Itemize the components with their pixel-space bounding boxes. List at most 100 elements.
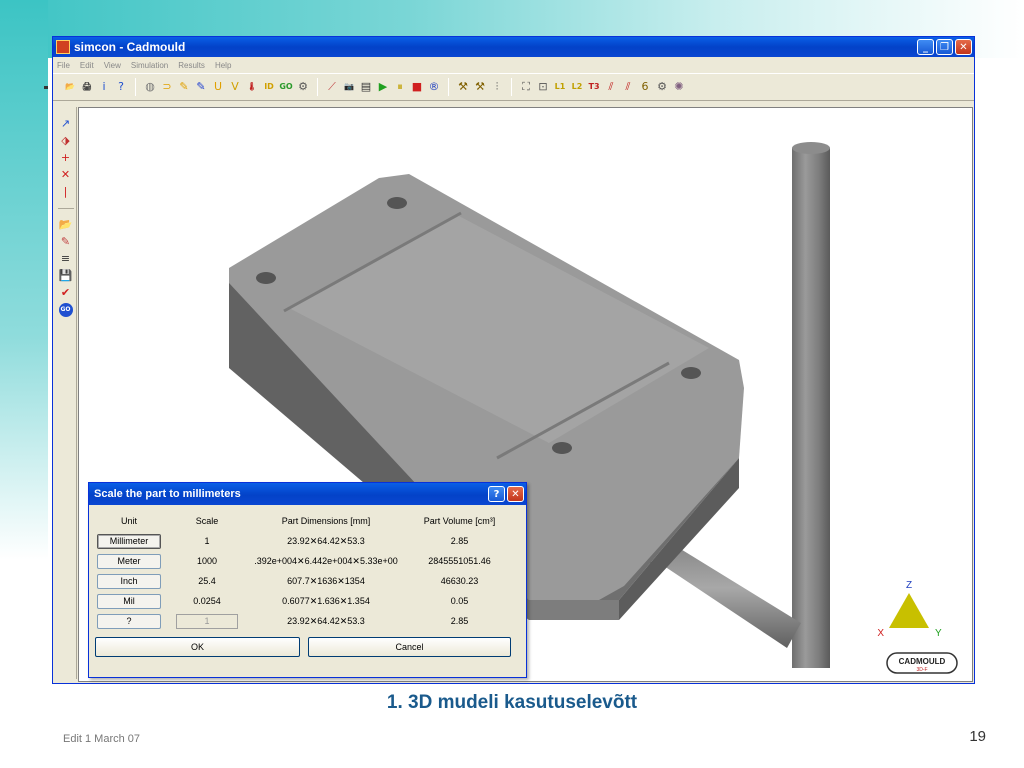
- layers-icon[interactable]: ≡: [59, 252, 73, 266]
- left-toolbar: ↗ ⬗ + ✕ | 📂 ✎ ≡ 💾 ✔ GO: [55, 107, 77, 679]
- toolbar-tool-icon[interactable]: ⚙: [655, 80, 669, 94]
- toolbar-tool-icon[interactable]: ⫽: [621, 80, 635, 94]
- toolbar-tool-icon[interactable]: V: [228, 80, 242, 94]
- dims-value: .392e+004✕6.442e+004✕5.33e+00: [254, 555, 398, 566]
- sprue-runner: [664, 548, 801, 648]
- unit-mil-button[interactable]: Mil: [97, 593, 161, 609]
- menu-help[interactable]: Help: [215, 61, 231, 70]
- window-titlebar[interactable]: simcon - Cadmould _ ❐ ✕: [53, 37, 974, 57]
- unit-inch-button[interactable]: Inch: [97, 573, 161, 589]
- toolbar-tool-icon[interactable]: ◍: [143, 80, 157, 94]
- toolbar-separator: [57, 208, 74, 209]
- toolbar-tool-icon[interactable]: GO: [279, 80, 293, 94]
- dialog-titlebar[interactable]: Scale the part to millimeters ? ✕: [89, 483, 526, 505]
- rotate-icon[interactable]: ⬗: [59, 134, 73, 148]
- toolbar-tool-icon[interactable]: ▶: [376, 80, 390, 94]
- open-folder-icon[interactable]: 📂: [59, 218, 73, 232]
- cancel-button[interactable]: Cancel: [308, 637, 511, 657]
- axis-x-label: X: [877, 628, 884, 639]
- toolbar-tool-icon[interactable]: ⟋: [325, 80, 339, 94]
- ok-button[interactable]: OK: [95, 637, 300, 657]
- dialog-close-button[interactable]: ✕: [507, 486, 524, 502]
- help-button[interactable]: ?: [488, 486, 505, 502]
- save-icon[interactable]: 💾: [59, 269, 73, 283]
- pointer-icon[interactable]: ↗: [59, 117, 73, 131]
- toolbar-tool-icon[interactable]: ID: [262, 80, 276, 94]
- menu-results[interactable]: Results: [178, 61, 205, 70]
- check-icon[interactable]: ✔: [59, 286, 73, 300]
- minimize-button[interactable]: _: [917, 39, 934, 55]
- menu-simulation[interactable]: Simulation: [131, 61, 168, 70]
- unit-millimeter-button[interactable]: Millimeter: [97, 533, 161, 549]
- menu-edit[interactable]: Edit: [80, 61, 94, 70]
- dialog-title: Scale the part to millimeters: [94, 488, 241, 500]
- toolbar-tool-icon[interactable]: 📷: [342, 80, 356, 94]
- toolbar-tool-icon[interactable]: 🌡: [245, 80, 259, 94]
- dims-value: 607.7✕1636✕1354: [287, 575, 365, 586]
- move-icon[interactable]: +: [59, 151, 73, 165]
- eraser-icon[interactable]: ✎: [59, 235, 73, 249]
- toolbar-tool-icon[interactable]: ⏸: [393, 80, 407, 94]
- header-vol: Part Volume [cm³]: [423, 516, 496, 526]
- app-icon[interactable]: [56, 40, 70, 54]
- toolbar-tool-icon[interactable]: ✎: [177, 80, 191, 94]
- dims-value: 23.92✕64.42✕53.3: [287, 615, 365, 626]
- toolbar-tool-icon[interactable]: ⫶: [490, 80, 504, 94]
- close-button[interactable]: ✕: [955, 39, 972, 55]
- logo-text: CADMOULD: [899, 657, 946, 666]
- vertical-runner: [792, 148, 830, 668]
- vol-value: 46630.23: [440, 576, 479, 586]
- toolbar-tool-icon[interactable]: L2: [570, 80, 584, 94]
- vol-value: 0.05: [450, 596, 469, 606]
- toolbar-tool-icon[interactable]: ⚒: [456, 80, 470, 94]
- window-title: simcon - Cadmould: [74, 40, 186, 54]
- mounting-hole: [552, 442, 572, 454]
- slide-caption: 1. 3D mudeli kasutuselevõtt: [386, 692, 638, 713]
- toolbar-tool-icon[interactable]: ■: [410, 80, 424, 94]
- page-number: 19: [969, 728, 986, 745]
- delete-icon[interactable]: ✕: [59, 168, 73, 182]
- toolbar-tool-icon[interactable]: ?: [114, 80, 128, 94]
- menu-view[interactable]: View: [104, 61, 121, 70]
- main-toolbar: 📂 🖨 i? ◍ ⊃ ✎ ✎ U V 🌡 ID GO ⚙ ⟋ 📷 ▤ ▶ ⏸ ■ ® ⚒ ⚒ ⫶ ⛶ ⊡ L1 L2 T3 ⫽ ⫽ 6 ⚙ ✺: [53, 73, 974, 101]
- vol-value: 2.85: [450, 616, 469, 626]
- table-header: Unit Scale Part Dimensions [mm] Part Vol…: [95, 511, 520, 531]
- axis-y-label: Y: [935, 628, 942, 639]
- menu-file[interactable]: File: [57, 61, 70, 70]
- slide: simcon - Cadmould _ ❐ ✕ File Edit View S…: [0, 0, 1024, 768]
- scale-value: 0.0254: [193, 596, 221, 606]
- toolbar-tool-icon[interactable]: i: [97, 80, 111, 94]
- custom-scale-input[interactable]: 1: [176, 613, 238, 629]
- header-unit: Unit: [120, 516, 137, 526]
- go-icon[interactable]: GO: [58, 303, 73, 317]
- dialog-body: Unit Scale Part Dimensions [mm] Part Vol…: [89, 505, 526, 631]
- mounting-hole: [681, 367, 701, 379]
- toolbar-tool-icon[interactable]: ⚙: [296, 80, 310, 94]
- restore-button[interactable]: ❐: [936, 39, 953, 55]
- line-icon[interactable]: |: [59, 185, 73, 199]
- table-row: Inch 25.4 607.7✕1636✕1354 46630.23: [95, 571, 520, 591]
- toolbar-tool-icon[interactable]: 🖨: [80, 80, 94, 94]
- toolbar-tool-icon[interactable]: U: [211, 80, 225, 94]
- toolbar-tool-icon[interactable]: ⊃: [160, 80, 174, 94]
- mounting-hole: [387, 197, 407, 209]
- toolbar-tool-icon[interactable]: ⊡: [536, 80, 550, 94]
- header-dims: Part Dimensions [mm]: [281, 516, 371, 526]
- unit-meter-button[interactable]: Meter: [97, 553, 161, 569]
- toolbar-tool-icon[interactable]: ⛶: [519, 80, 533, 94]
- toolbar-tool-icon[interactable]: ▤: [359, 80, 373, 94]
- slide-footer: Edit 1 March 07: [63, 733, 141, 745]
- toolbar-tool-icon[interactable]: ✺: [672, 80, 686, 94]
- toolbar-tool-icon[interactable]: ⚒: [473, 80, 487, 94]
- unit-custom-button[interactable]: ?: [97, 613, 161, 629]
- axis-triad-icon: [889, 593, 929, 628]
- toolbar-tool-icon[interactable]: 📂: [63, 80, 77, 94]
- toolbar-tool-icon[interactable]: 6: [638, 80, 652, 94]
- toolbar-tool-icon[interactable]: T3: [587, 80, 601, 94]
- toolbar-tool-icon[interactable]: L1: [553, 80, 567, 94]
- toolbar-tool-icon[interactable]: ✎: [194, 80, 208, 94]
- toolbar-tool-icon[interactable]: ⫽: [604, 80, 618, 94]
- table-row: ? 1 23.92✕64.42✕53.3 2.85: [95, 611, 520, 631]
- scale-value: 1000: [196, 556, 218, 566]
- toolbar-tool-icon[interactable]: ®: [427, 80, 441, 94]
